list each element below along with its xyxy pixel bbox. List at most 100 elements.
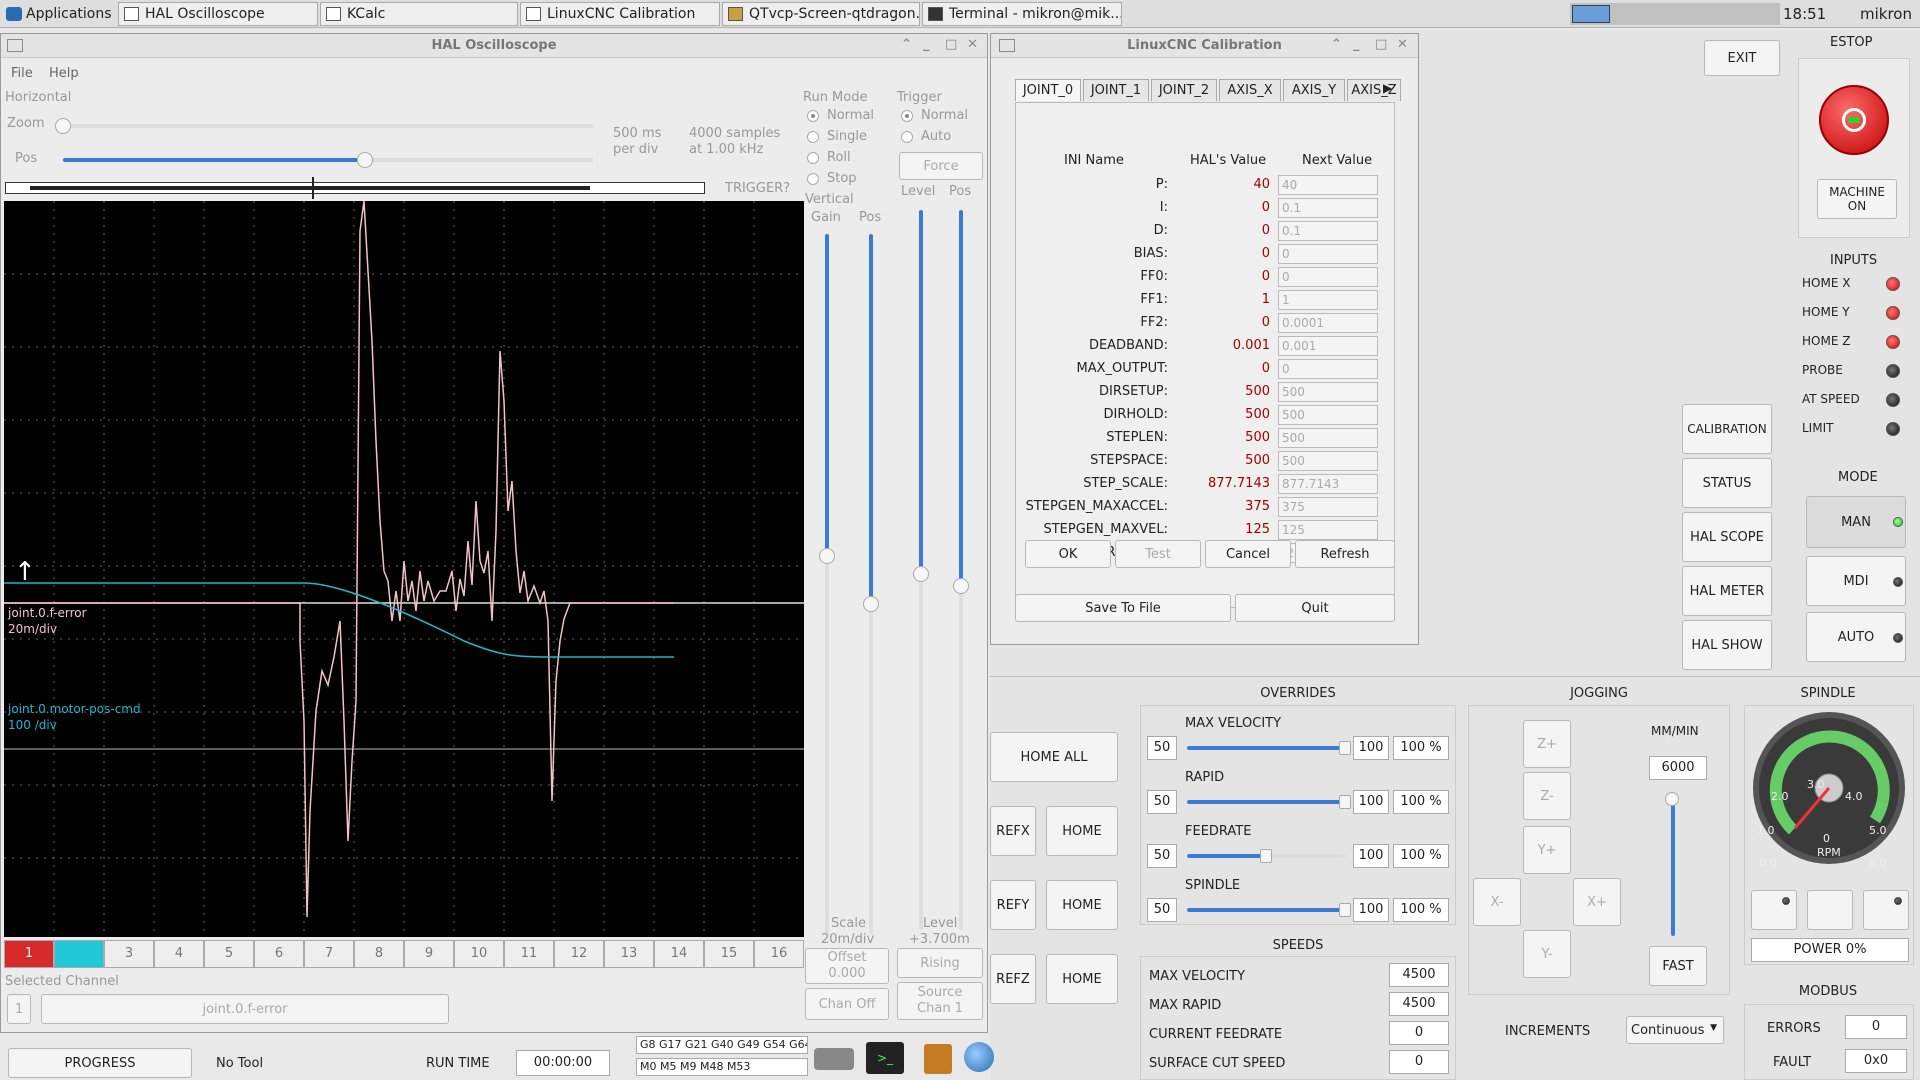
channel-button-5[interactable]: 5 [204,940,254,968]
close-icon[interactable]: ✕ [1397,34,1408,56]
taskbar-window-terminal[interactable]: Terminal - mikron@mik... [922,2,1122,26]
maximize-icon[interactable]: □ [1375,34,1387,56]
ref-y-button[interactable]: REFY [990,880,1036,930]
channel-button-11[interactable]: 11 [504,940,554,968]
ref-x-button[interactable]: REFX [990,806,1036,856]
override-min-button[interactable]: 50 [1147,736,1177,760]
zoom-slider[interactable] [63,124,593,128]
ref-z-button[interactable]: REFZ [990,954,1036,1004]
channel-button-10[interactable]: 10 [454,940,504,968]
override-slider-knob[interactable] [1339,903,1351,917]
calib-next-value-field[interactable]: 0 [1278,359,1378,379]
drive-icon[interactable] [814,1048,854,1070]
override-slider-knob[interactable] [1339,795,1351,809]
quit-button[interactable]: Quit [1235,594,1395,622]
force-button[interactable]: Force [899,152,983,180]
run-mode-radio[interactable] [807,131,819,143]
hal-show-button[interactable]: HAL SHOW [1682,620,1772,670]
window-menu-icon[interactable] [999,39,1015,52]
gain-slider-knob[interactable] [819,548,835,564]
jog-y-plus-button[interactable]: Y+ [1523,826,1571,874]
status-button[interactable]: STATUS [1682,458,1772,508]
trigger-mode-radio[interactable] [901,110,913,122]
exit-button[interactable]: EXIT [1704,40,1780,76]
refresh-button[interactable]: Refresh [1295,540,1395,568]
calib-next-value-field[interactable]: 500 [1278,428,1378,448]
test-button[interactable]: Test [1115,540,1201,568]
home-all-button[interactable]: HOME ALL [990,732,1118,782]
jog-z-plus-button[interactable]: Z+ [1523,720,1571,768]
calib-next-value-field[interactable]: 500 [1278,451,1378,471]
jog-x-minus-button[interactable]: X- [1473,878,1521,926]
home-x-button[interactable]: HOME [1046,806,1118,856]
channel-button-15[interactable]: 15 [704,940,754,968]
spindle-reverse-button[interactable] [1751,890,1797,930]
archive-icon[interactable] [924,1044,952,1074]
calib-next-value-field[interactable]: 0.001 [1278,336,1378,356]
applications-menu[interactable]: Applications [4,2,114,26]
workspace-switcher[interactable] [1570,3,1780,25]
shade-icon[interactable]: ⌃ [901,34,912,56]
calib-tab-axis_z[interactable]: AXIS_Z [1347,79,1401,101]
tab-scroll-right-icon[interactable]: ▶ [1383,81,1392,95]
pos-slider-knob[interactable] [357,152,373,168]
channel-button-1[interactable]: 1 [4,940,54,968]
calib-next-value-field[interactable]: 0.1 [1278,198,1378,218]
estop-button[interactable] [1819,85,1889,155]
hal-meter-button[interactable]: HAL METER [1682,566,1772,616]
browser-icon[interactable] [964,1042,994,1072]
home-y-button[interactable]: HOME [1046,880,1118,930]
hal-scope-button[interactable]: HAL SCOPE [1682,512,1772,562]
spindle-stop-button[interactable] [1807,890,1853,930]
minimize-icon[interactable]: _ [1353,34,1360,56]
run-mode-radio[interactable] [807,110,819,122]
save-to-file-button[interactable]: Save To File [1015,594,1231,622]
taskbar-window-scope[interactable]: HAL Oscilloscope [118,2,318,26]
override-slider-knob[interactable] [1260,849,1272,863]
user-menu[interactable]: mikron [1860,5,1912,23]
trigger-mode-radio[interactable] [901,131,913,143]
terminal-launcher-icon[interactable]: >_ [866,1042,904,1074]
calib-tab-joint_1[interactable]: JOINT_1 [1083,79,1149,101]
jog-y-minus-button[interactable]: Y- [1523,930,1571,978]
calib-next-value-field[interactable]: 125 [1278,520,1378,540]
channel-button-9[interactable]: 9 [404,940,454,968]
selected-channel-number[interactable]: 1 [7,994,31,1024]
calib-tab-axis_y[interactable]: AXIS_Y [1283,79,1345,101]
calib-next-value-field[interactable]: 0 [1278,244,1378,264]
mode-man-button[interactable]: MAN [1806,496,1906,548]
channel-button-12[interactable]: 12 [554,940,604,968]
calib-next-value-field[interactable]: 375 [1278,497,1378,517]
vertical-pos-slider-knob[interactable] [863,596,879,612]
channel-button-13[interactable]: 13 [604,940,654,968]
edge-button[interactable]: Rising [897,948,983,978]
channel-button-2[interactable]: 2 [54,940,104,968]
calibration-button[interactable]: CALIBRATION [1682,404,1772,454]
fast-button[interactable]: FAST [1649,946,1707,986]
shade-icon[interactable]: ⌃ [1331,34,1342,56]
scope-display[interactable]: ↑ joint.0.f-error 20m/div joint.0.motor-p… [4,201,804,937]
cancel-button[interactable]: Cancel [1205,540,1291,568]
trigger-pos-slider-knob[interactable] [953,578,969,594]
window-menu-icon[interactable] [7,39,23,52]
close-icon[interactable]: ✕ [967,34,978,56]
taskbar-window-calibration[interactable]: LinuxCNC Calibration [520,2,720,26]
machine-on-button[interactable]: MACHINE ON [1817,179,1897,219]
menu-help[interactable]: Help [49,66,79,81]
calib-next-value-field[interactable]: 500 [1278,405,1378,425]
calib-next-value-field[interactable]: 0.1 [1278,221,1378,241]
taskbar-window-qtdragon[interactable]: QTvcp-Screen-qtdragon... [722,2,920,26]
channel-button-4[interactable]: 4 [154,940,204,968]
spindle-forward-button[interactable] [1863,890,1909,930]
channel-button-7[interactable]: 7 [304,940,354,968]
jog-rate-slider-knob[interactable] [1665,792,1679,806]
channel-button-14[interactable]: 14 [654,940,704,968]
override-max-button[interactable]: 100 [1353,736,1389,760]
offset-button[interactable]: Offset 0.000 [805,948,889,984]
run-mode-radio[interactable] [807,152,819,164]
maximize-icon[interactable]: □ [945,34,957,56]
calib-next-value-field[interactable]: 0 [1278,267,1378,287]
override-max-button[interactable]: 100 [1353,844,1389,868]
calib-next-value-field[interactable]: 877.7143 [1278,474,1378,494]
calib-next-value-field[interactable]: 1 [1278,290,1378,310]
